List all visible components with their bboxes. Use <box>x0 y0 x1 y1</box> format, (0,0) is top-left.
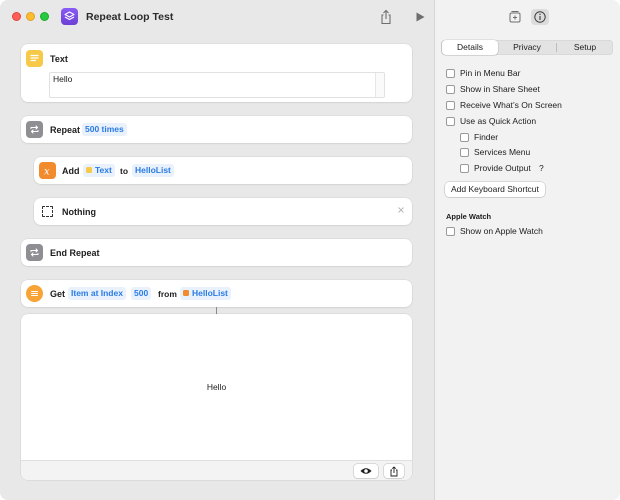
get-label: Get <box>50 289 66 299</box>
zoom-window-button[interactable] <box>40 12 49 21</box>
quick-look-button[interactable] <box>354 464 378 478</box>
tab-setup[interactable]: Setup <box>557 40 613 55</box>
receive-on-screen-label: Receive What’s On Screen <box>460 100 562 110</box>
repeat-action-card[interactable]: Repeat 500 times <box>21 116 412 143</box>
shortcut-editor: Repeat Loop Test Text Hello Repeat 500 t… <box>0 0 434 500</box>
svg-text:x: x <box>44 167 50 178</box>
index-token[interactable]: 500 <box>131 287 152 300</box>
text-input-value: Hello <box>53 74 73 84</box>
quick-action-label: Use as Quick Action <box>460 116 537 126</box>
add-to-label: to <box>120 166 129 176</box>
nothing-icon <box>42 206 53 217</box>
item-at-index-token[interactable]: Item at Index <box>68 287 126 300</box>
show-on-apple-watch-checkbox[interactable] <box>446 227 455 236</box>
show-in-share-sheet-label: Show in Share Sheet <box>460 84 540 94</box>
show-in-share-sheet-checkbox[interactable] <box>446 85 455 94</box>
provide-output-checkbox[interactable] <box>460 164 469 173</box>
repeat-icon <box>26 244 43 261</box>
variable-token-icon <box>183 290 189 296</box>
minimize-window-button[interactable] <box>26 12 35 21</box>
nothing-label: Nothing <box>62 207 96 217</box>
finder-checkbox[interactable] <box>460 133 469 142</box>
provide-output-help-icon[interactable]: ? <box>539 163 544 173</box>
remove-action-icon[interactable] <box>397 206 405 216</box>
hellolist-source-label: HelloList <box>192 288 228 298</box>
pin-in-menu-bar-checkbox[interactable] <box>446 69 455 78</box>
show-on-apple-watch-label: Show on Apple Watch <box>460 226 543 236</box>
result-text: Hello <box>206 382 227 392</box>
tab-privacy[interactable]: Privacy <box>499 40 555 55</box>
add-to-variable-card[interactable]: x Add Text to HelloList <box>34 157 412 184</box>
add-keyboard-shortcut-button[interactable]: Add Keyboard Shortcut <box>445 182 545 197</box>
finder-label: Finder <box>474 132 499 142</box>
hellolist-token[interactable]: HelloList <box>132 164 174 177</box>
text-action-label: Text <box>50 54 68 64</box>
inspector-sidebar: Details Privacy Setup Pin in Menu Bar Sh… <box>434 0 620 500</box>
get-from-label: from <box>158 289 177 299</box>
text-variable-icon <box>86 167 92 173</box>
pin-in-menu-bar-label: Pin in Menu Bar <box>460 68 521 78</box>
inspector-tabs: Details Privacy Setup <box>441 40 613 55</box>
titlebar: Repeat Loop Test <box>0 0 434 34</box>
services-menu-label: Services Menu <box>474 147 531 157</box>
end-repeat-card[interactable]: End Repeat <box>21 239 412 266</box>
result-toolbar <box>21 460 412 480</box>
close-window-button[interactable] <box>12 12 21 21</box>
share-icon <box>390 466 398 477</box>
text-variable-token[interactable]: Text <box>83 164 115 177</box>
info-icon[interactable] <box>531 9 549 25</box>
repeat-label: Repeat <box>50 125 81 135</box>
eye-icon <box>360 468 372 474</box>
run-icon[interactable] <box>414 11 426 23</box>
receive-on-screen-checkbox[interactable] <box>446 101 455 110</box>
text-action-card[interactable]: Text Hello <box>21 44 412 102</box>
tab-details[interactable]: Details <box>442 40 498 55</box>
get-item-card[interactable]: Get Item at Index 500 from HelloList <box>21 280 412 307</box>
provide-output-label: Provide Output <box>474 163 531 173</box>
window-title: Repeat Loop Test <box>86 11 174 23</box>
text-variable-token-label: Text <box>95 165 112 175</box>
end-repeat-label: End Repeat <box>50 248 100 258</box>
repeat-icon <box>26 121 43 138</box>
text-icon <box>26 50 43 67</box>
repeat-count-token[interactable]: 500 times <box>82 123 127 136</box>
quick-action-checkbox[interactable] <box>446 117 455 126</box>
app-window: Repeat Loop Test Text Hello Repeat 500 t… <box>0 0 620 500</box>
result-panel: Hello <box>21 314 412 480</box>
result-share-button[interactable] <box>384 464 404 478</box>
text-input[interactable]: Hello <box>49 72 385 98</box>
library-icon[interactable] <box>506 9 524 25</box>
result-connector <box>216 307 217 314</box>
services-menu-checkbox[interactable] <box>460 148 469 157</box>
hellolist-source-token[interactable]: HelloList <box>180 287 231 300</box>
apple-watch-header: Apple Watch <box>446 212 492 221</box>
add-label: Add <box>62 166 80 176</box>
nothing-action-card[interactable]: Nothing <box>34 198 412 225</box>
share-icon[interactable] <box>379 9 393 25</box>
text-input-scrollbar[interactable] <box>375 73 384 97</box>
list-icon <box>26 285 43 302</box>
variable-icon: x <box>39 162 56 179</box>
shortcuts-app-icon <box>61 8 78 25</box>
